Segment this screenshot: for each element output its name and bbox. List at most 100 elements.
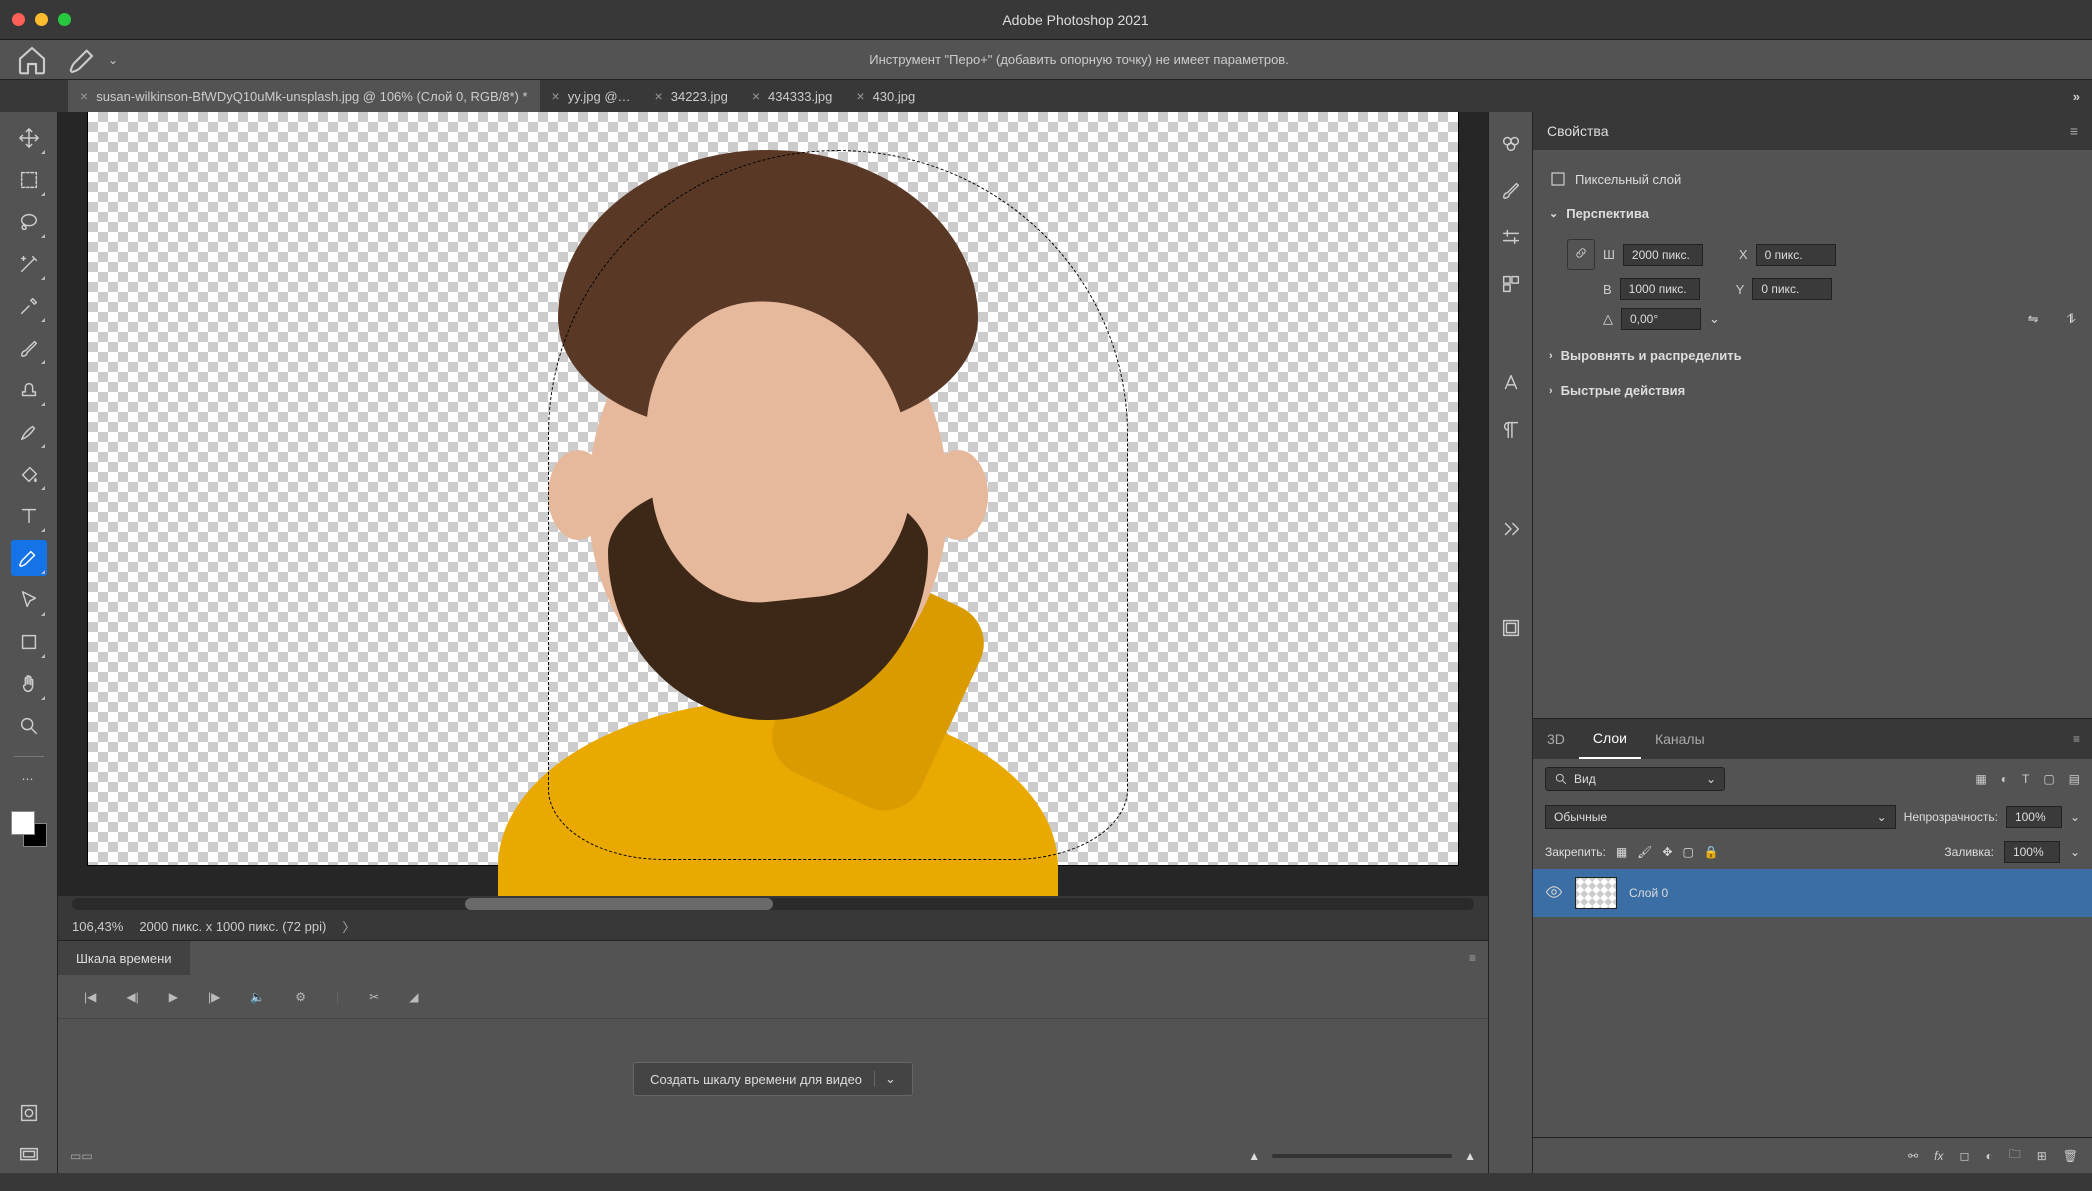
tool-dropdown-chevron[interactable]: ⌄ xyxy=(108,53,118,67)
settings-button[interactable]: ⚙ xyxy=(295,990,306,1004)
adjustments-panel-icon[interactable] xyxy=(1500,226,1522,251)
panel-menu-icon[interactable]: ≡ xyxy=(1457,951,1488,965)
chevron-down-icon[interactable]: ⌄ xyxy=(874,1071,896,1087)
adjustment-layer-button[interactable]: ◐ xyxy=(1985,1149,1992,1163)
zoom-tool[interactable] xyxy=(11,708,47,744)
tab-channels[interactable]: Каналы xyxy=(1641,719,1719,759)
align-section-header[interactable]: ›Выровнять и распределить xyxy=(1549,338,2076,373)
timeline-tab[interactable]: Шкала времени xyxy=(58,941,190,975)
close-window-button[interactable] xyxy=(12,13,25,26)
prev-frame-button[interactable]: ◀| xyxy=(126,990,138,1004)
opacity-input[interactable]: 100% xyxy=(2006,806,2062,828)
layer-thumbnail[interactable] xyxy=(1575,877,1617,909)
group-button[interactable]: 🗀 xyxy=(2009,1145,2021,1166)
transform-section-header[interactable]: ⌄Перспектива xyxy=(1549,196,2076,231)
x-input[interactable]: 0 пикс. xyxy=(1756,244,1836,266)
document-canvas[interactable] xyxy=(88,112,1458,865)
next-frame-button[interactable]: |▶ xyxy=(208,990,220,1004)
zoom-level[interactable]: 106,43% xyxy=(72,919,123,934)
document-tab[interactable]: × 34223.jpg xyxy=(643,80,740,112)
screen-mode-button[interactable] xyxy=(11,1137,47,1173)
hand-tool[interactable] xyxy=(11,666,47,702)
layer-name[interactable]: Слой 0 xyxy=(1629,886,1668,900)
document-tab[interactable]: × 434333.jpg xyxy=(740,80,845,112)
lock-transparency-button[interactable]: ▦ xyxy=(1616,845,1627,859)
angle-dropdown[interactable]: ⌄ xyxy=(1709,311,1720,327)
paint-bucket-tool[interactable] xyxy=(11,456,47,492)
quick-mask-button[interactable] xyxy=(11,1095,47,1131)
audio-button[interactable]: 🔈 xyxy=(250,990,265,1004)
zoom-slider[interactable] xyxy=(1272,1154,1452,1158)
filter-adjustment-icon[interactable]: ◐ xyxy=(2001,772,2008,786)
zoom-out-icon[interactable]: ▲ xyxy=(1248,1149,1260,1163)
actions-panel-icon[interactable] xyxy=(1500,518,1522,543)
height-input[interactable]: 1000 пикс. xyxy=(1620,278,1700,300)
status-menu-chevron[interactable]: 〉 xyxy=(342,917,355,936)
filter-pixel-icon[interactable]: ▦ xyxy=(1975,772,1986,786)
maximize-window-button[interactable] xyxy=(58,13,71,26)
character-panel-icon[interactable] xyxy=(1500,372,1522,397)
y-input[interactable]: 0 пикс. xyxy=(1752,278,1832,300)
more-tabs-button[interactable]: » xyxy=(2061,89,2092,104)
zoom-in-icon[interactable]: ▲ xyxy=(1464,1149,1476,1163)
layer-mask-button[interactable]: ◻ xyxy=(1959,1149,1969,1163)
filter-shape-icon[interactable]: ▢ xyxy=(2043,772,2054,786)
document-tab[interactable]: × susan-wilkinson-BfWDyQ10uMk-unsplash.j… xyxy=(68,80,540,112)
flip-horizontal-button[interactable]: ⇋ xyxy=(2028,311,2039,327)
create-video-timeline-button[interactable]: Создать шкалу времени для видео ⌄ xyxy=(633,1062,913,1096)
layer-row[interactable]: Слой 0 xyxy=(1533,869,2092,917)
canvas-area[interactable] xyxy=(58,112,1488,896)
color-swatches[interactable] xyxy=(11,811,47,847)
split-button[interactable]: ✂ xyxy=(369,990,379,1004)
lock-position-button[interactable]: ✥ xyxy=(1662,845,1672,859)
paragraph-panel-icon[interactable] xyxy=(1500,419,1522,444)
play-button[interactable]: ▶ xyxy=(169,990,178,1004)
close-tab-icon[interactable]: × xyxy=(80,88,88,104)
home-button[interactable] xyxy=(16,44,48,76)
current-tool-icon[interactable] xyxy=(68,44,100,76)
marquee-tool[interactable] xyxy=(11,162,47,198)
transition-button[interactable]: ◢ xyxy=(409,990,418,1004)
fill-input[interactable]: 100% xyxy=(2004,841,2060,863)
history-brush-tool[interactable] xyxy=(11,414,47,450)
tab-3d[interactable]: 3D xyxy=(1533,719,1579,759)
flip-vertical-button[interactable]: ⥮ xyxy=(2067,311,2076,327)
layer-filter-select[interactable]: Вид ⌄ xyxy=(1545,767,1725,791)
lock-pixels-button[interactable]: 🖌 xyxy=(1637,845,1652,859)
document-tab[interactable]: × 430.jpg xyxy=(844,80,927,112)
lock-artboard-button[interactable]: ▢ xyxy=(1682,845,1693,859)
panel-menu-icon[interactable]: ≡ xyxy=(2070,123,2078,139)
color-panel-icon[interactable] xyxy=(1500,132,1522,157)
horizontal-scrollbar[interactable] xyxy=(58,896,1488,912)
brush-tool[interactable] xyxy=(11,330,47,366)
lasso-tool[interactable] xyxy=(11,204,47,240)
width-input[interactable]: 2000 пикс. xyxy=(1623,244,1703,266)
lock-all-button[interactable]: 🔒 xyxy=(1704,845,1719,859)
foreground-color[interactable] xyxy=(11,811,35,835)
shape-tool[interactable] xyxy=(11,624,47,660)
magic-wand-tool[interactable] xyxy=(11,246,47,282)
pen-tool[interactable] xyxy=(11,540,47,576)
timeline-mode-toggle[interactable]: ▭▭ xyxy=(70,1149,93,1163)
brush-panel-icon[interactable] xyxy=(1500,179,1522,204)
close-tab-icon[interactable]: × xyxy=(655,88,663,104)
new-layer-button[interactable]: ⊞ xyxy=(2037,1149,2047,1163)
link-wh-button[interactable] xyxy=(1567,239,1595,270)
history-panel-icon[interactable] xyxy=(1500,617,1522,642)
link-layers-button[interactable]: ⚯ xyxy=(1908,1149,1918,1163)
edit-toolbar-button[interactable]: ⋯ xyxy=(11,769,47,789)
move-tool[interactable] xyxy=(11,120,47,156)
quick-actions-section-header[interactable]: ›Быстрые действия xyxy=(1549,373,2076,408)
angle-input[interactable]: 0,00° xyxy=(1621,308,1701,330)
stamp-tool[interactable] xyxy=(11,372,47,408)
close-tab-icon[interactable]: × xyxy=(552,88,560,104)
close-tab-icon[interactable]: × xyxy=(856,88,864,104)
properties-panel-header[interactable]: Свойства ≡ xyxy=(1533,112,2092,150)
minimize-window-button[interactable] xyxy=(35,13,48,26)
blend-mode-select[interactable]: Обычные ⌄ xyxy=(1545,805,1896,829)
layer-style-button[interactable]: fx xyxy=(1934,1149,1943,1163)
type-tool[interactable] xyxy=(11,498,47,534)
libraries-panel-icon[interactable] xyxy=(1500,273,1522,298)
opacity-dropdown[interactable]: ⌄ xyxy=(2070,810,2080,824)
tab-layers[interactable]: Слои xyxy=(1579,719,1641,759)
